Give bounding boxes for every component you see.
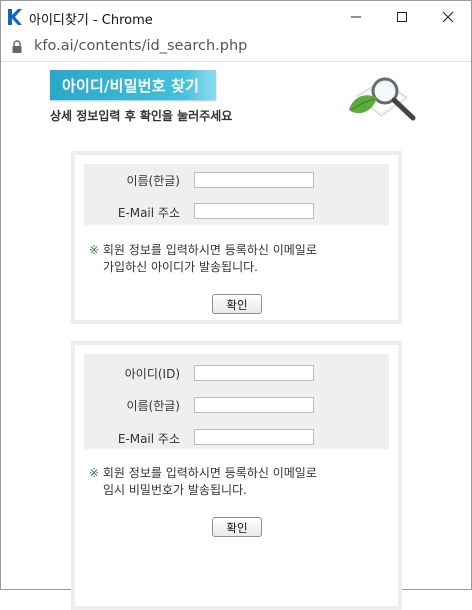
title-bar[interactable]: 아이디찾기 - Chrome [1, 1, 471, 33]
pw-search-fields: 아이디(ID) 이름(한글) E-Mail 주소 [84, 354, 389, 449]
id-search-panel: 이름(한글) E-Mail 주소 ※ 회원 정보를 입력하시면 등록하신 이메일… [71, 151, 402, 324]
id-input[interactable] [194, 365, 314, 381]
id-search-notice: ※ 회원 정보를 입력하시면 등록하신 이메일로 가입하신 아이디가 발송됩니다… [89, 242, 317, 276]
notice-line-2: 가입하신 아이디가 발송됩니다. [103, 260, 258, 274]
notice-mark: ※ [89, 466, 100, 480]
minimize-icon [351, 16, 361, 18]
notice-line-2: 임시 비밀번호가 발송됩니다. [103, 483, 247, 497]
name-input[interactable] [194, 172, 314, 188]
email-label: E-Mail 주소 [117, 432, 180, 446]
id-confirm-button[interactable]: 확인 [212, 294, 262, 314]
notice-line-1: 회원 정보를 입력하시면 등록하신 이메일로 [102, 466, 317, 480]
email-label: E-Mail 주소 [117, 206, 180, 220]
id-label: 아이디(ID) [124, 367, 180, 381]
email-input[interactable] [194, 203, 314, 219]
id-search-fields: 이름(한글) E-Mail 주소 [84, 164, 389, 225]
notice-line-1: 회원 정보를 입력하시면 등록하신 이메일로 [102, 243, 317, 257]
name-label: 이름(한글) [126, 174, 180, 188]
name-label: 이름(한글) [126, 399, 180, 413]
maximize-icon [397, 12, 407, 22]
browser-window: 아이디찾기 - Chrome kfo.ai/contents/id_search… [0, 0, 472, 610]
page-title: 아이디/비밀번호 찾기 [62, 77, 200, 95]
pw-confirm-button[interactable]: 확인 [212, 517, 262, 537]
minimize-button[interactable] [333, 1, 379, 33]
maximize-button[interactable] [379, 1, 425, 33]
magnifier-leaf-illustration [349, 77, 416, 121]
pw-search-notice: ※ 회원 정보를 입력하시면 등록하신 이메일로 임시 비밀번호가 발송됩니다. [89, 465, 317, 499]
page-subtitle: 상세 정보입력 후 확인을 눌러주세요 [50, 109, 233, 123]
url-text[interactable]: kfo.ai/contents/id_search.php [34, 38, 247, 54]
notice-mark: ※ [89, 243, 100, 257]
close-button[interactable] [425, 1, 471, 33]
lock-icon [12, 40, 22, 53]
window-title: 아이디찾기 - Chrome [29, 13, 153, 28]
heading-banner: 아이디/비밀번호 찾기 [50, 70, 216, 100]
kfo-logo-icon [8, 9, 22, 25]
pw-search-panel: 아이디(ID) 이름(한글) E-Mail 주소 ※ 회원 정보를 입력하시면 … [71, 341, 402, 610]
address-bar[interactable]: kfo.ai/contents/id_search.php [1, 33, 471, 61]
page-content: 아이디/비밀번호 찾기 상세 정보입력 후 확인을 눌러주세요 이름(한글) E… [1, 62, 471, 610]
name-input[interactable] [194, 397, 314, 413]
email-input[interactable] [194, 429, 314, 445]
close-icon [442, 11, 454, 23]
